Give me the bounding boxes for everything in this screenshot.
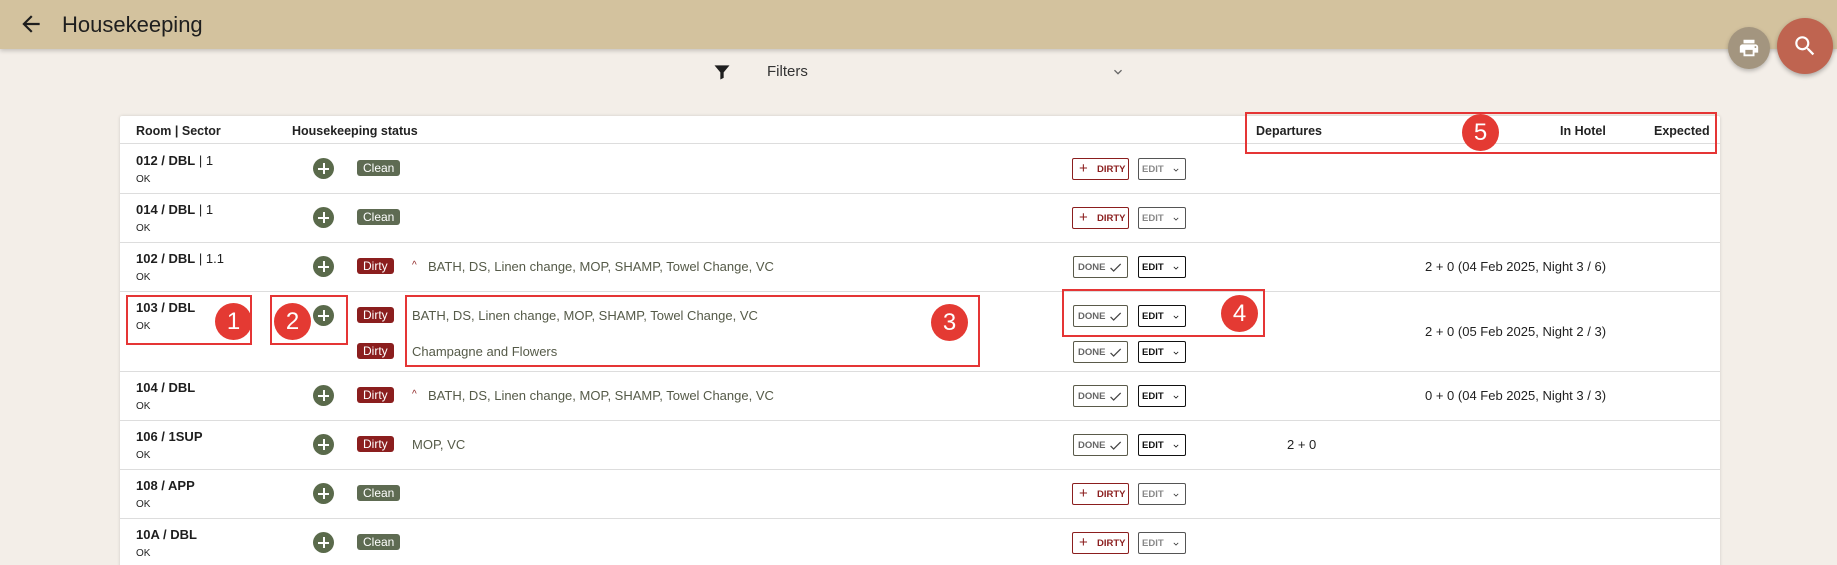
edit-button[interactable]: EDIT [1138, 532, 1186, 554]
departures-guests: 2 + 0 [1287, 437, 1317, 452]
mark-dirty-button[interactable]: + DIRTY [1072, 532, 1129, 554]
table-row: 106 / 1SUP OK Dirty MOP, VC DONE EDIT 2 … [120, 421, 1720, 470]
status-badge: Dirty [357, 436, 394, 452]
status-badge: Dirty [357, 258, 394, 274]
chevron-down-icon [1173, 542, 1179, 546]
room-number: 102 / DBL [136, 251, 196, 266]
expected-guests: 2 + 0 (05 Feb 2025, Night 2 / 3) [1425, 324, 1607, 339]
expand-caret-icon[interactable]: ^ [412, 389, 417, 400]
printer-icon [1739, 39, 1759, 57]
edit-button[interactable]: EDIT [1138, 434, 1186, 456]
search-icon [1795, 36, 1815, 56]
chevron-down-icon [1173, 351, 1179, 355]
print-button[interactable] [1728, 27, 1770, 69]
add-task-button[interactable] [313, 207, 334, 228]
check-icon [1110, 263, 1122, 272]
room-state: OK [136, 401, 151, 412]
column-housekeeping-status: Housekeeping status [292, 124, 418, 138]
room-number: 106 / 1SUP [136, 429, 203, 444]
room-number: 104 / DBL [136, 380, 196, 395]
check-icon [1110, 392, 1122, 401]
room-sector: | 1.1 [195, 251, 224, 266]
table-row: 10A / DBL OK Clean + DIRTY EDIT [120, 519, 1720, 565]
mark-dirty-button[interactable]: + DIRTY [1072, 207, 1129, 229]
edit-button[interactable]: EDIT [1138, 207, 1186, 229]
annotation-marker-4: 4 [1221, 295, 1258, 332]
room-number: 10A / DBL [136, 527, 197, 542]
room-state: OK [136, 499, 151, 510]
annotation-marker-5: 5 [1462, 114, 1499, 151]
room-state: OK [136, 174, 151, 185]
room-sector: | 1 [195, 202, 214, 217]
edit-button[interactable]: EDIT [1138, 385, 1186, 407]
expand-caret-icon[interactable]: ^ [412, 260, 417, 271]
mark-dirty-button[interactable]: + DIRTY [1072, 483, 1129, 505]
add-task-button[interactable] [313, 434, 334, 455]
status-badge: Dirty [357, 387, 394, 403]
annotation-marker-2: 2 [274, 303, 311, 340]
funnel-icon [714, 65, 730, 80]
chevron-down-icon [1173, 493, 1179, 497]
status-badge: Clean [357, 485, 401, 501]
chevron-down-icon [1173, 217, 1179, 221]
annotation-box-3 [405, 295, 980, 367]
task-list: MOP, VC [412, 437, 466, 452]
annotation-marker-1: 1 [215, 303, 252, 340]
check-icon [1110, 441, 1122, 450]
expected-guests: 0 + 0 (04 Feb 2025, Night 3 / 3) [1425, 388, 1607, 403]
edit-button[interactable]: EDIT [1138, 256, 1186, 278]
done-button[interactable]: DONE [1073, 434, 1128, 456]
back-arrow-icon[interactable] [18, 11, 44, 37]
edit-button[interactable]: EDIT [1138, 341, 1186, 363]
add-task-button[interactable] [313, 483, 334, 504]
status-badge: Clean [357, 209, 401, 225]
table-row: 102 / DBL | 1.1 OK Dirty ^ BATH, DS, Lin… [120, 243, 1720, 292]
room-state: OK [136, 272, 151, 283]
app-bar: Housekeeping [0, 0, 1837, 49]
filters-dropdown[interactable]: Filters [712, 60, 1126, 84]
chevron-down-icon [1114, 69, 1122, 75]
task-list: BATH, DS, Linen change, MOP, SHAMP, Towe… [428, 388, 774, 403]
search-button[interactable] [1777, 18, 1833, 74]
chevron-down-icon [1173, 168, 1179, 172]
status-badge: Dirty [357, 343, 394, 359]
room-number: 108 / APP [136, 478, 195, 493]
room-state: OK [136, 548, 151, 559]
add-task-button[interactable] [313, 158, 334, 179]
mark-dirty-button[interactable]: + DIRTY [1072, 158, 1129, 180]
status-badge: Dirty [357, 307, 394, 323]
room-sector: | 1 [195, 153, 214, 168]
chevron-down-icon [1173, 266, 1179, 270]
edit-button[interactable]: EDIT [1138, 483, 1186, 505]
annotation-marker-3: 3 [931, 304, 968, 341]
room-number: 012 / DBL [136, 153, 196, 168]
expected-guests: 2 + 0 (04 Feb 2025, Night 3 / 6) [1425, 259, 1607, 274]
room-state: OK [136, 223, 151, 234]
edit-button[interactable]: EDIT [1138, 158, 1186, 180]
room-number: 014 / DBL [136, 202, 196, 217]
done-button[interactable]: DONE [1073, 256, 1128, 278]
task-list: BATH, DS, Linen change, MOP, SHAMP, Towe… [428, 259, 774, 274]
table-row: 014 / DBL | 1 OK Clean + DIRTY EDIT [120, 194, 1720, 243]
add-task-button[interactable] [313, 532, 334, 553]
table-row: 104 / DBL OK Dirty ^ BATH, DS, Linen cha… [120, 372, 1720, 421]
chevron-down-icon [1173, 444, 1179, 448]
check-icon [1110, 348, 1122, 357]
table-row: 108 / APP OK Clean + DIRTY EDIT [120, 470, 1720, 519]
done-button[interactable]: DONE [1073, 385, 1128, 407]
column-room-sector: Room | Sector [136, 124, 221, 138]
filters-label: Filters [767, 63, 808, 80]
done-button[interactable]: DONE [1073, 341, 1128, 363]
status-badge: Clean [357, 160, 401, 176]
page-title: Housekeeping [62, 12, 203, 37]
add-task-button[interactable] [313, 256, 334, 277]
chevron-down-icon [1173, 395, 1179, 399]
room-state: OK [136, 450, 151, 461]
add-task-button[interactable] [313, 385, 334, 406]
status-badge: Clean [357, 534, 401, 550]
